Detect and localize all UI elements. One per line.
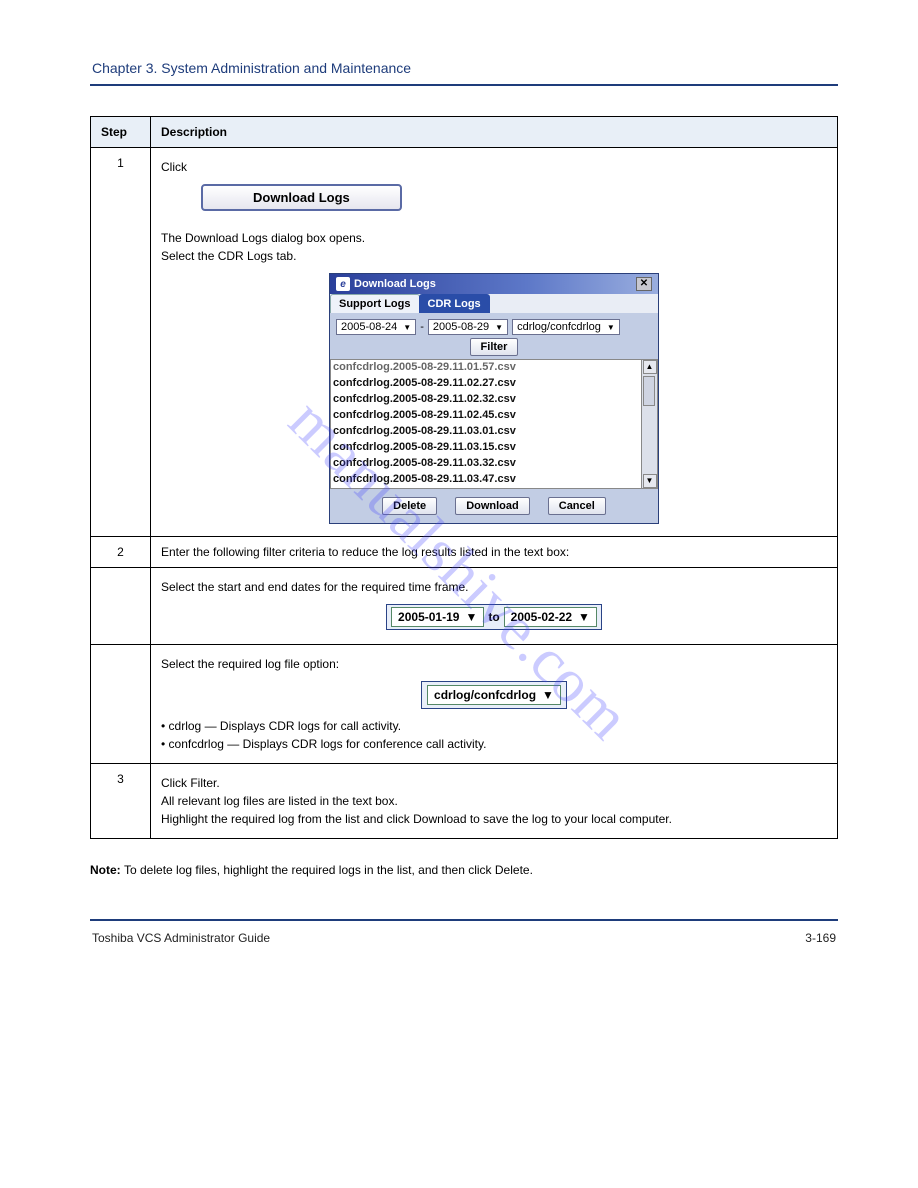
dialog-title: Download Logs — [354, 278, 436, 290]
to-label: to — [488, 610, 499, 624]
logtype-val: cdrlog/confcdrlog — [434, 688, 536, 702]
step-logtype-desc: Select the required log file option: cdr… — [151, 645, 838, 764]
list-item[interactable]: confcdrlog.2005-08-29.11.03.47.csv — [333, 472, 639, 488]
list-item[interactable]: confcdrlog.2005-08-29.11.03.32.csv — [333, 456, 639, 472]
step-header: Step — [91, 117, 151, 148]
ie-icon: e — [336, 277, 350, 291]
page-title: System Administration and Maintenance — [161, 60, 411, 76]
download-logs-button[interactable]: Download Logs — [201, 184, 402, 211]
date-to-combo[interactable]: 2005-02-22 ▼ — [504, 607, 597, 627]
date-range-group: 2005-01-19 ▼ to 2005-02-22 ▼ — [386, 604, 602, 630]
step-blank-b — [91, 645, 151, 764]
step-2: 2 — [91, 537, 151, 568]
list-item[interactable]: confcdrlog.2005-08-29.11.03.15.csv — [333, 440, 639, 456]
list-item[interactable]: confcdrlog.2005-08-29.11.03.01.csv — [333, 424, 639, 440]
date-to-val: 2005-02-22 — [511, 610, 572, 624]
step-daterange-desc: Select the start and end dates for the r… — [151, 568, 838, 645]
step-1-opens-text: The Download Logs dialog box opens. — [161, 231, 827, 245]
dash-sep: - — [420, 321, 424, 333]
chevron-down-icon: ▼ — [542, 688, 554, 702]
list-item[interactable]: confcdrlog.2005-08-29.11.02.27.csv — [333, 376, 639, 392]
note-text: To delete log files, highlight the requi… — [124, 863, 533, 877]
log-file-list[interactable]: confcdrlog.2005-08-29.11.01.57.csv confc… — [330, 359, 642, 489]
footer-right: 3-169 — [805, 931, 836, 945]
header-rule — [90, 84, 838, 86]
download-button[interactable]: Download — [455, 497, 530, 515]
footer-rule — [90, 919, 838, 921]
date-to-select[interactable]: 2005-08-29 ▼ — [428, 319, 508, 335]
logtype-text: Select the required log file option: — [161, 657, 827, 671]
chevron-down-icon: ▼ — [495, 323, 503, 332]
step-1: 1 — [91, 148, 151, 537]
log-type-select[interactable]: cdrlog/confcdrlog ▼ — [512, 319, 620, 335]
dialog-titlebar: e Download Logs ✕ — [330, 274, 658, 294]
chapter-label: Chapter 3 — [92, 60, 153, 76]
step-1-desc: Click Download Logs The Download Logs di… — [151, 148, 838, 537]
step-blank-a — [91, 568, 151, 645]
date-from-value: 2005-08-24 — [341, 321, 397, 333]
close-icon[interactable]: ✕ — [636, 277, 652, 291]
note: Note: To delete log files, highlight the… — [90, 861, 838, 879]
chevron-down-icon: ▼ — [465, 610, 477, 624]
scroll-down-icon[interactable]: ▼ — [643, 474, 657, 488]
logtype-combo[interactable]: cdrlog/confcdrlog ▼ — [427, 685, 561, 705]
step3-l2: All relevant log files are listed in the… — [161, 794, 827, 808]
list-item[interactable]: confcdrlog.2005-08-29.11.02.32.csv — [333, 392, 639, 408]
step-1-select-tab-text: Select the CDR Logs tab. — [161, 249, 827, 263]
step-1-click-text: Click — [161, 160, 187, 174]
date-from-combo[interactable]: 2005-01-19 ▼ — [391, 607, 484, 627]
tab-cdr-logs[interactable]: CDR Logs — [419, 294, 490, 313]
list-item[interactable]: confcdrlog.2005-08-29.11.02.45.csv — [333, 408, 639, 424]
scroll-up-icon[interactable]: ▲ — [643, 360, 657, 374]
step-2-desc: Enter the following filter criteria to r… — [151, 537, 838, 568]
scroll-thumb[interactable] — [643, 376, 655, 406]
desc-header: Description — [151, 117, 838, 148]
daterange-text: Select the start and end dates for the r… — [161, 580, 827, 594]
step-3-desc: Click Filter. All relevant log files are… — [151, 764, 838, 839]
list-item[interactable]: confcdrlog.2005-08-29.11.01.57.csv — [333, 360, 639, 376]
delete-button[interactable]: Delete — [382, 497, 437, 515]
footer-left: Toshiba VCS Administrator Guide — [92, 931, 270, 945]
bullet-cdrlog: • cdrlog — Displays CDR logs for call ac… — [161, 719, 827, 733]
list-item[interactable]: confcdrlog.2005-08-29.11.04.02.csv — [333, 488, 639, 490]
date-from-val: 2005-01-19 — [398, 610, 459, 624]
step3-l1: Click Filter. — [161, 776, 827, 790]
chevron-down-icon: ▼ — [578, 610, 590, 624]
step-3: 3 — [91, 764, 151, 839]
download-logs-dialog: e Download Logs ✕ Support Logs CDR Logs … — [329, 273, 659, 524]
log-type-value: cdrlog/confcdrlog — [517, 321, 601, 333]
tab-support-logs[interactable]: Support Logs — [330, 294, 420, 313]
bullet-confcdrlog: • confcdrlog — Displays CDR logs for con… — [161, 737, 827, 751]
step3-l3: Highlight the required log from the list… — [161, 812, 827, 826]
note-label: Note: — [90, 863, 124, 877]
steps-table: Step Description 1 Click Download Logs T… — [90, 116, 838, 839]
scrollbar[interactable]: ▲ ▼ — [642, 359, 658, 489]
filter-button[interactable]: Filter — [470, 338, 519, 356]
date-from-select[interactable]: 2005-08-24 ▼ — [336, 319, 416, 335]
chevron-down-icon: ▼ — [607, 323, 615, 332]
date-to-value: 2005-08-29 — [433, 321, 489, 333]
cancel-button[interactable]: Cancel — [548, 497, 606, 515]
chevron-down-icon: ▼ — [403, 323, 411, 332]
